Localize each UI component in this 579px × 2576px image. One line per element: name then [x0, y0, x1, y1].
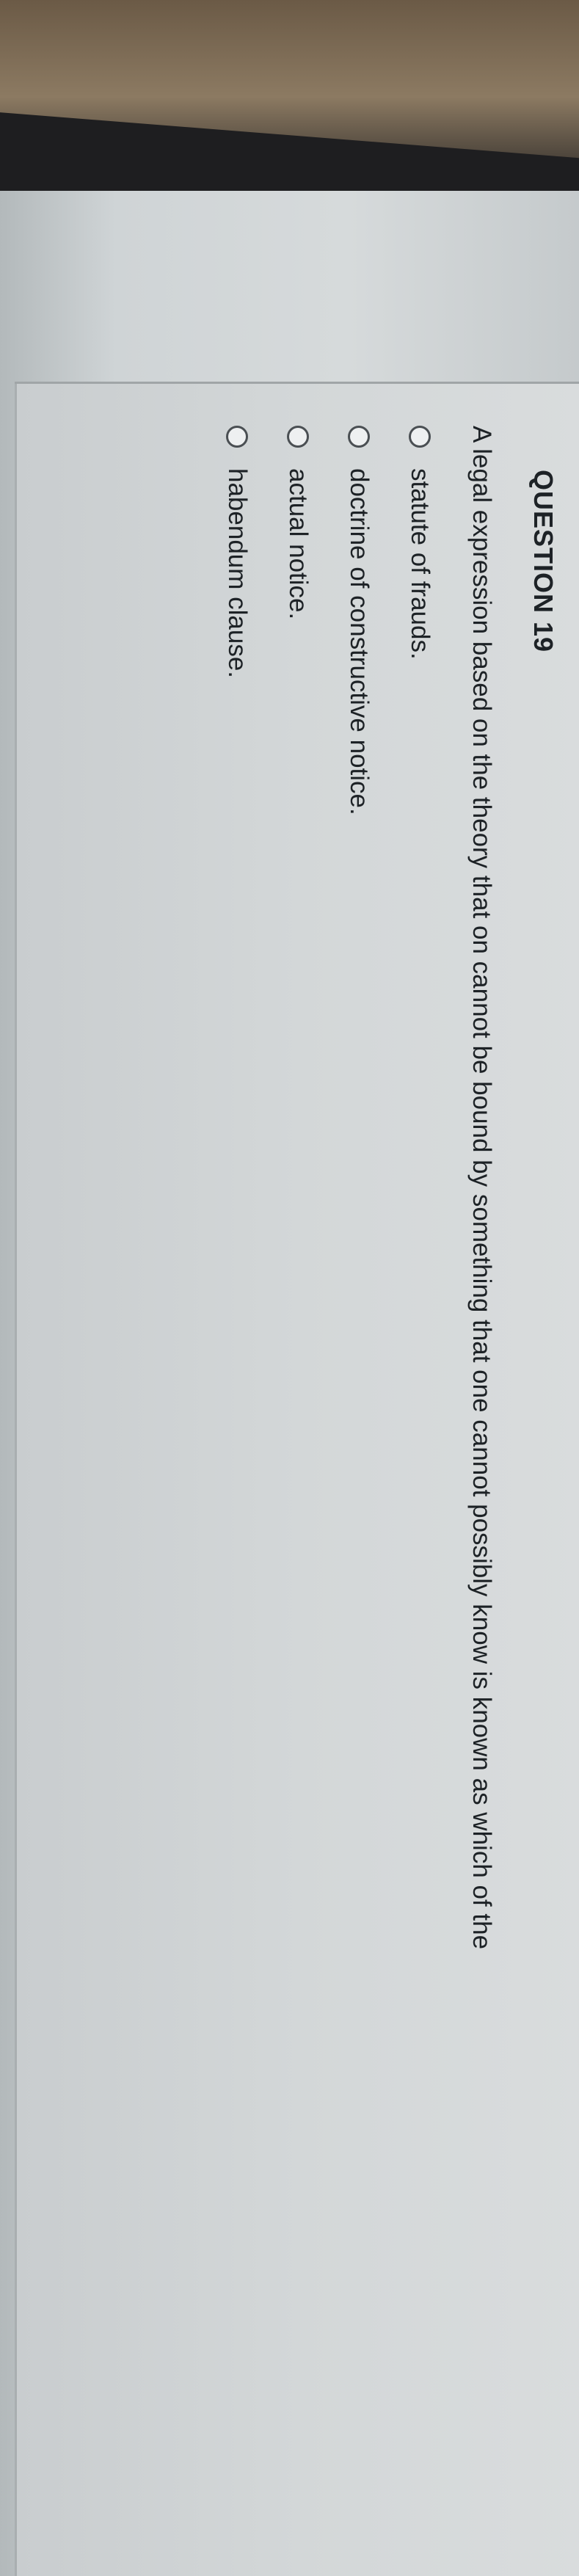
question-text: A legal expression based on the theory t… [467, 426, 496, 1950]
answer-option-label[interactable]: statute of frauds. [404, 468, 437, 660]
answer-option-label[interactable]: actual notice. [283, 468, 315, 619]
answer-option-label[interactable]: doctrine of constructive notice. [343, 468, 376, 815]
radio-button[interactable] [226, 426, 249, 448]
answer-option-1[interactable]: statute of frauds. [390, 426, 451, 2561]
answer-option-3[interactable]: actual notice. [268, 426, 329, 2561]
radio-button[interactable] [287, 426, 310, 448]
panel-divider [15, 382, 579, 384]
radio-button[interactable] [348, 426, 371, 448]
question-title: QUESTION 19 [528, 470, 558, 653]
answer-option-4[interactable]: habendum clause. [207, 426, 268, 2561]
radio-button[interactable] [409, 426, 431, 448]
answer-options: statute of frauds. doctrine of construct… [207, 426, 451, 2561]
answer-option-2[interactable]: doctrine of constructive notice. [329, 426, 390, 2561]
answer-option-label[interactable]: habendum clause. [222, 468, 254, 678]
question-block: QUESTION 19 A legal expression based on … [207, 426, 559, 2561]
